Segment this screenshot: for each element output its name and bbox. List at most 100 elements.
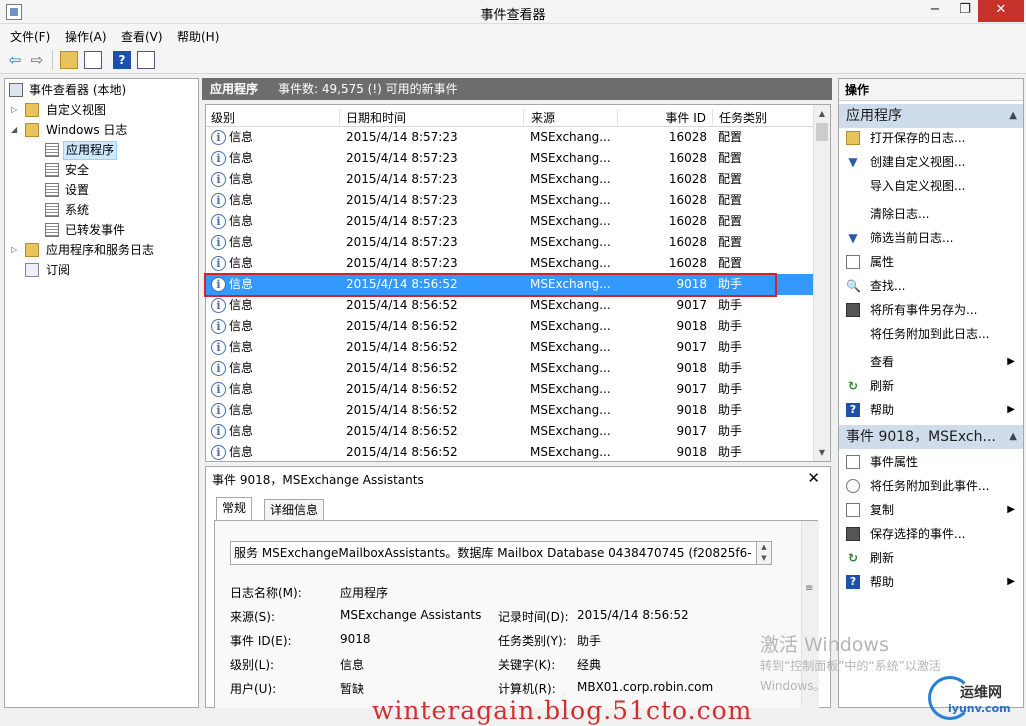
blog-watermark: winteragain.blog.51cto.com xyxy=(372,696,753,725)
collapse-arrow-icon[interactable]: ▲ xyxy=(1009,425,1017,449)
column-event-id[interactable]: 事件 ID xyxy=(619,109,713,125)
up-folder-icon[interactable] xyxy=(60,51,78,69)
scroll-grip-icon[interactable]: ≡ xyxy=(805,583,813,594)
table-row[interactable]: i 信息 2015/4/14 8:57:23 MSExchang... 16028 配置 xyxy=(206,148,814,169)
action-item[interactable]: 将任务附加到此事件... xyxy=(839,474,1023,498)
row-source: MSExchang... xyxy=(530,340,611,354)
field-label: 级别(L): xyxy=(230,658,275,672)
collapse-arrow-icon[interactable]: ◢ xyxy=(11,120,21,140)
submenu-arrow-icon: ▶ xyxy=(1007,504,1015,515)
table-row[interactable]: i 信息 2015/4/14 8:56:52 MSExchang... 9017 助手 xyxy=(206,421,814,442)
filter-icon: ▼ xyxy=(848,155,858,169)
column-level[interactable]: 级别 xyxy=(206,109,340,125)
row-task-category: 助手 xyxy=(718,298,743,312)
table-row[interactable]: i 信息 2015/4/14 8:57:23 MSExchang... 16028 配置 xyxy=(206,169,814,190)
action-item[interactable]: 导入自定义视图... xyxy=(839,174,1023,198)
table-row[interactable]: i 信息 2015/4/14 8:56:52 MSExchang... 9018 助手 xyxy=(206,316,814,337)
submenu-arrow-icon: ▶ xyxy=(1007,404,1015,415)
column-task-category[interactable]: 任务类别 xyxy=(714,109,814,125)
action-item[interactable]: 复制 ▶ xyxy=(839,498,1023,522)
action-item[interactable]: 属性 xyxy=(839,250,1023,274)
action-item[interactable]: 查看 ▶ xyxy=(839,350,1023,374)
event-description[interactable]: 服务 MSExchangeMailboxAssistants。数据库 Mailb… xyxy=(230,541,770,565)
help-icon[interactable]: ? xyxy=(113,51,131,69)
action-item[interactable]: ↻ 刷新 xyxy=(839,546,1023,570)
row-event-id: 9017 xyxy=(676,424,707,438)
row-event-id: 16028 xyxy=(668,214,707,228)
table-row[interactable]: i 信息 2015/4/14 8:57:23 MSExchang... 16028 配置 xyxy=(206,190,814,211)
back-arrow-icon[interactable]: ⇦ xyxy=(6,51,24,69)
expand-arrow-icon[interactable]: ▷ xyxy=(11,100,21,120)
show-hide-action-pane-icon[interactable] xyxy=(137,51,155,69)
action-item[interactable]: 清除日志... xyxy=(839,202,1023,226)
actions-section-event[interactable]: 事件 9018，MSExch... ▲ xyxy=(839,425,1023,449)
spin-up-icon[interactable]: ▲ xyxy=(761,543,766,551)
row-date-time: 2015/4/14 8:56:52 xyxy=(346,298,458,312)
action-item[interactable]: 将任务附加到此日志... xyxy=(839,322,1023,346)
row-event-id: 9018 xyxy=(676,319,707,333)
expand-arrow-icon[interactable]: ▷ xyxy=(11,240,21,260)
table-row[interactable]: i 信息 2015/4/14 8:56:52 MSExchang... 9017 助手 xyxy=(206,337,814,358)
field-value: MBX01.corp.robin.com xyxy=(577,680,714,694)
action-item[interactable]: ? 帮助 ▶ xyxy=(839,398,1023,422)
forward-arrow-icon[interactable]: ⇨ xyxy=(28,51,46,69)
row-task-category: 助手 xyxy=(718,445,743,459)
action-item[interactable]: ? 帮助 ▶ xyxy=(839,570,1023,594)
row-source: MSExchang... xyxy=(530,256,611,270)
field-value: 信息 xyxy=(340,658,365,672)
close-icon[interactable]: ✕ xyxy=(807,469,820,487)
action-item[interactable]: 事件属性 xyxy=(839,450,1023,474)
table-row[interactable]: i 信息 2015/4/14 8:57:23 MSExchang... 16028 配置 xyxy=(206,127,814,148)
action-item[interactable]: ↻ 刷新 xyxy=(839,374,1023,398)
show-hide-tree-icon[interactable] xyxy=(84,51,102,69)
filter-icon: ▼ xyxy=(848,231,858,245)
event-viewer-icon xyxy=(9,83,23,97)
table-row[interactable]: i 信息 2015/4/14 8:56:52 MSExchang... 9018 助手 xyxy=(206,358,814,379)
column-source[interactable]: 来源 xyxy=(526,109,618,125)
action-label: 复制 xyxy=(870,503,895,517)
event-detail-pane: 事件 9018，MSExchange Assistants ✕ 常规 详细信息 … xyxy=(205,466,831,710)
minimize-button[interactable]: − xyxy=(920,0,950,22)
collapse-arrow-icon[interactable]: ▲ xyxy=(1009,104,1017,128)
row-source: MSExchang... xyxy=(530,361,611,375)
table-row[interactable]: i 信息 2015/4/14 8:57:23 MSExchang... 16028 配置 xyxy=(206,232,814,253)
action-item[interactable]: 保存选择的事件... xyxy=(839,522,1023,546)
tab-details[interactable]: 详细信息 xyxy=(264,499,325,521)
table-row[interactable]: i 信息 2015/4/14 8:56:52 MSExchang... 9018 助手 xyxy=(206,442,814,461)
menu-file[interactable]: 文件(F) xyxy=(10,28,50,45)
actions-section-application[interactable]: 应用程序 ▲ xyxy=(839,104,1023,128)
scroll-thumb[interactable] xyxy=(816,123,828,141)
table-row[interactable]: i 信息 2015/4/14 8:57:23 MSExchang... 16028 配置 xyxy=(206,211,814,232)
table-row[interactable]: i 信息 2015/4/14 8:56:52 MSExchang... 9017 助手 xyxy=(206,295,814,316)
menu-help[interactable]: 帮助(H) xyxy=(177,28,219,45)
table-row[interactable]: i 信息 2015/4/14 8:57:23 MSExchang... 16028 配置 xyxy=(206,253,814,274)
field-label: 任务类别(Y): xyxy=(498,634,567,648)
action-item[interactable]: 打开保存的日志... xyxy=(839,126,1023,150)
field-label: 来源(S): xyxy=(230,610,276,624)
row-event-id: 9017 xyxy=(676,382,707,396)
description-scroll[interactable]: ▲ ▼ xyxy=(756,541,772,565)
field-value: 9018 xyxy=(340,632,371,646)
info-icon: i xyxy=(211,235,226,250)
action-item[interactable]: 🔍 查找... xyxy=(839,274,1023,298)
spin-down-icon[interactable]: ▼ xyxy=(761,554,766,562)
action-label: 保存选择的事件... xyxy=(870,527,966,541)
row-source: MSExchang... xyxy=(530,130,611,144)
close-button[interactable]: ✕ xyxy=(978,0,1024,22)
column-date-time[interactable]: 日期和时间 xyxy=(341,109,524,125)
event-list-scrollbar[interactable]: ▲ ▼ xyxy=(813,105,830,461)
menu-action[interactable]: 操作(A) xyxy=(65,28,107,45)
table-row[interactable]: i 信息 2015/4/14 8:56:52 MSExchang... 9018 助手 xyxy=(206,400,814,421)
maximize-button[interactable]: ❐ xyxy=(950,0,980,22)
menu-view[interactable]: 查看(V) xyxy=(121,28,163,45)
action-item[interactable]: ▼ 筛选当前日志... xyxy=(839,226,1023,250)
tab-general[interactable]: 常规 xyxy=(216,497,253,521)
action-item[interactable]: ▼ 创建自定义视图... xyxy=(839,150,1023,174)
table-row[interactable]: i 信息 2015/4/14 8:56:52 MSExchang... 9017 助手 xyxy=(206,379,814,400)
scroll-down-icon[interactable]: ▼ xyxy=(814,444,830,461)
table-row[interactable]: i 信息 2015/4/14 8:56:52 MSExchang... 9018 助手 xyxy=(206,274,814,295)
scroll-up-icon[interactable]: ▲ xyxy=(814,105,830,122)
row-event-id: 16028 xyxy=(668,235,707,249)
row-date-time: 2015/4/14 8:57:23 xyxy=(346,256,458,270)
action-item[interactable]: 将所有事件另存为... xyxy=(839,298,1023,322)
